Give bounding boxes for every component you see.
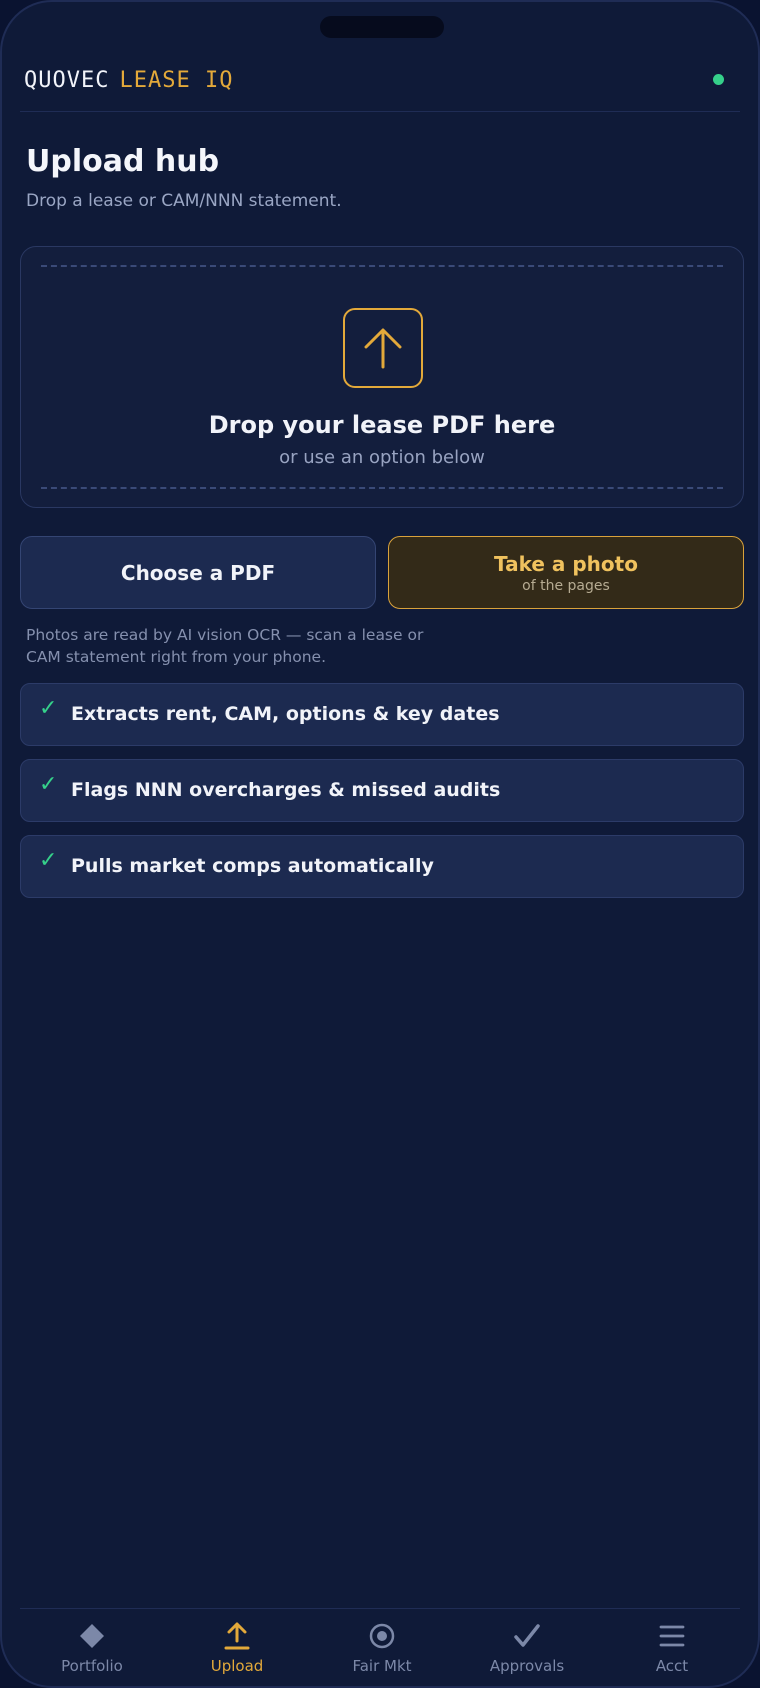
logo-primary: QUOVEC bbox=[24, 68, 110, 93]
phone-frame: QUOVEC LEASE IQ Upload hub Drop a lease … bbox=[0, 0, 760, 1688]
check-icon bbox=[513, 1619, 541, 1653]
check-icon: ✓ bbox=[39, 772, 58, 797]
feature-item-flags: ✓ Flags NNN overcharges & missed audits bbox=[20, 759, 744, 822]
page-title: Upload hub bbox=[26, 144, 220, 179]
choose-pdf-button[interactable]: Choose a PDF bbox=[20, 536, 376, 609]
upload-arrow-icon bbox=[343, 308, 423, 388]
menu-icon bbox=[658, 1619, 686, 1653]
tab-portfolio[interactable]: Portfolio bbox=[27, 1619, 157, 1675]
camera-notch bbox=[320, 16, 444, 38]
feature-text: Extracts rent, CAM, options & key dates bbox=[71, 703, 500, 725]
take-photo-label: Take a photo bbox=[494, 551, 638, 576]
status-indicator bbox=[713, 74, 724, 85]
target-icon bbox=[368, 1619, 396, 1653]
tab-label: Portfolio bbox=[61, 1657, 123, 1675]
dropzone-title: Drop your lease PDF here bbox=[208, 411, 556, 439]
feature-text: Flags NNN overcharges & missed audits bbox=[71, 779, 501, 801]
diamond-icon bbox=[78, 1619, 106, 1653]
tab-label: Acct bbox=[655, 1657, 689, 1675]
bottom-tab-bar: Portfolio Upload Fair Mkt Approvals Acct bbox=[20, 1608, 740, 1686]
tab-fair-mkt[interactable]: Fair Mkt bbox=[317, 1619, 447, 1675]
ocr-note: Photos are read by AI vision OCR — scan … bbox=[26, 626, 424, 666]
check-icon: ✓ bbox=[39, 696, 58, 721]
tab-label: Approvals bbox=[489, 1657, 565, 1675]
logo-accent: LEASE IQ bbox=[119, 68, 234, 93]
feature-text: Pulls market comps automatically bbox=[71, 855, 434, 877]
app-logo[interactable]: QUOVEC LEASE IQ bbox=[24, 68, 233, 93]
tab-label: Fair Mkt bbox=[352, 1657, 412, 1675]
tab-acct[interactable]: Acct bbox=[607, 1619, 737, 1675]
tab-label: Upload bbox=[210, 1657, 264, 1675]
dropzone-subtitle: or use an option below bbox=[279, 447, 485, 468]
page-subtitle: Drop a lease or CAM/NNN statement. bbox=[26, 191, 342, 211]
choose-pdf-label: Choose a PDF bbox=[120, 560, 276, 585]
tab-approvals[interactable]: Approvals bbox=[462, 1619, 592, 1675]
tab-upload[interactable]: Upload bbox=[172, 1619, 302, 1675]
app-header: QUOVEC LEASE IQ bbox=[20, 54, 740, 112]
upload-icon bbox=[223, 1619, 251, 1653]
pdf-dropzone[interactable]: Drop your lease PDF here or use an optio… bbox=[20, 246, 744, 508]
check-icon: ✓ bbox=[39, 848, 58, 873]
feature-item-extracts: ✓ Extracts rent, CAM, options & key date… bbox=[20, 683, 744, 746]
dropzone-dashed-border-bottom bbox=[41, 487, 723, 489]
take-photo-sublabel: of the pages bbox=[522, 577, 610, 594]
feature-item-comps: ✓ Pulls market comps automatically bbox=[20, 835, 744, 898]
dropzone-dashed-border-top bbox=[41, 265, 723, 267]
take-photo-button[interactable]: Take a photo of the pages bbox=[388, 536, 744, 609]
